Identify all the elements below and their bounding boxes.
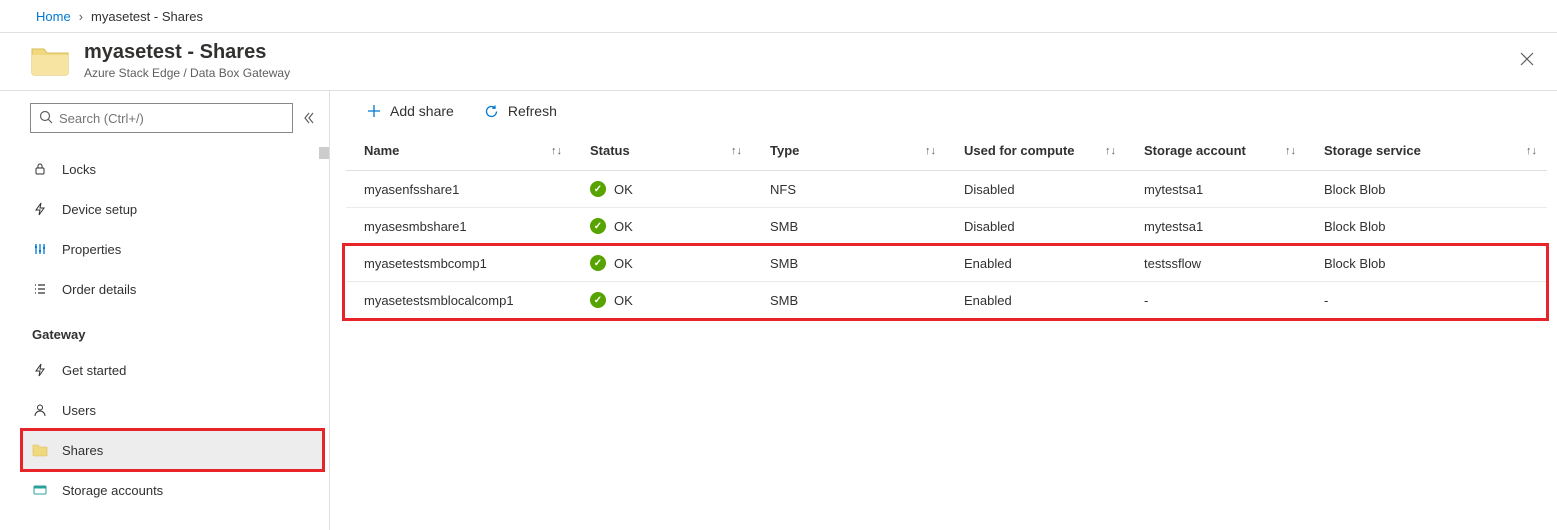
cell-account: mytestsa1 [1126, 208, 1306, 245]
scroll-indicator[interactable] [319, 147, 329, 159]
sort-icon[interactable]: ↑↓ [731, 145, 742, 157]
search-icon [39, 110, 53, 127]
folder-icon [30, 43, 70, 79]
cell-used: Disabled [946, 171, 1126, 208]
shares-table: Name↑↓ Status↑↓ Type↑↓ Used for compute↑… [346, 131, 1547, 319]
sidebar-item-locks[interactable]: Locks [30, 149, 319, 189]
cell-name[interactable]: myasesmbshare1 [346, 208, 572, 245]
sort-icon[interactable]: ↑↓ [551, 145, 562, 157]
cell-service: Block Blob [1306, 208, 1547, 245]
close-button[interactable] [1515, 47, 1539, 71]
col-service[interactable]: Storage service↑↓ [1306, 131, 1547, 171]
col-type[interactable]: Type↑↓ [752, 131, 946, 171]
lock-icon [32, 161, 48, 177]
sidebar-item-users[interactable]: Users [30, 390, 319, 430]
refresh-button[interactable]: Refresh [484, 103, 557, 119]
table-header-row: Name↑↓ Status↑↓ Type↑↓ Used for compute↑… [346, 131, 1547, 171]
cell-type: SMB [752, 208, 946, 245]
cell-status: ✓OK [572, 208, 752, 245]
table-row[interactable]: myasetestsmblocalcomp1✓OKSMBEnabled-- [346, 282, 1547, 319]
col-account[interactable]: Storage account↑↓ [1126, 131, 1306, 171]
sidebar-item-label: Locks [62, 162, 96, 177]
toolbar-label: Add share [390, 103, 454, 119]
cell-service: - [1306, 282, 1547, 319]
sidebar-item-label: Device setup [62, 202, 137, 217]
page-subtitle: Azure Stack Edge / Data Box Gateway [84, 66, 290, 80]
cell-status: ✓OK [572, 171, 752, 208]
bolt-icon [32, 201, 48, 217]
sidebar-item-properties[interactable]: Properties [30, 229, 319, 269]
cell-used: Disabled [946, 208, 1126, 245]
ok-icon: ✓ [590, 292, 606, 308]
folder-icon [32, 442, 48, 458]
sidebar-item-label: Storage accounts [62, 483, 163, 498]
list-icon [32, 281, 48, 297]
cell-account: testssflow [1126, 245, 1306, 282]
sidebar: Locks Device setup Properties Order deta… [0, 91, 330, 530]
table-row[interactable]: myasenfsshare1✓OKNFSDisabledmytestsa1Blo… [346, 171, 1547, 208]
cell-service: Block Blob [1306, 245, 1547, 282]
sidebar-item-label: Get started [62, 363, 126, 378]
ok-icon: ✓ [590, 255, 606, 271]
cell-type: SMB [752, 282, 946, 319]
cell-service: Block Blob [1306, 171, 1547, 208]
bolt-icon [32, 362, 48, 378]
collapse-sidebar-button[interactable] [301, 110, 317, 126]
sidebar-item-storage-accounts[interactable]: Storage accounts [30, 470, 319, 510]
cell-status: ✓OK [572, 245, 752, 282]
sidebar-item-get-started[interactable]: Get started [30, 350, 319, 390]
cell-account: mytestsa1 [1126, 171, 1306, 208]
toolbar-label: Refresh [508, 103, 557, 119]
add-share-button[interactable]: Add share [366, 103, 454, 119]
table-row[interactable]: myasetestsmbcomp1✓OKSMBEnabledtestssflow… [346, 245, 1547, 282]
search-input-wrapper[interactable] [30, 103, 293, 133]
cell-name[interactable]: myasetestsmblocalcomp1 [346, 282, 572, 319]
cell-used: Enabled [946, 282, 1126, 319]
sidebar-item-label: Shares [62, 443, 103, 458]
sliders-icon [32, 241, 48, 257]
breadcrumb-home[interactable]: Home [36, 9, 71, 24]
user-icon [32, 402, 48, 418]
ok-icon: ✓ [590, 218, 606, 234]
col-status[interactable]: Status↑↓ [572, 131, 752, 171]
sidebar-item-label: Users [62, 403, 96, 418]
cell-type: NFS [752, 171, 946, 208]
cell-name[interactable]: myasetestsmbcomp1 [346, 245, 572, 282]
chevron-right-icon: › [79, 9, 83, 24]
search-input[interactable] [59, 111, 284, 126]
storage-icon [32, 482, 48, 498]
page-header: myasetest - Shares Azure Stack Edge / Da… [0, 33, 1557, 91]
sort-icon[interactable]: ↑↓ [1526, 145, 1537, 157]
col-used[interactable]: Used for compute↑↓ [946, 131, 1126, 171]
col-name[interactable]: Name↑↓ [346, 131, 572, 171]
plus-icon [366, 103, 382, 119]
sidebar-item-label: Order details [62, 282, 136, 297]
sidebar-item-device-setup[interactable]: Device setup [30, 189, 319, 229]
cell-name[interactable]: myasenfsshare1 [346, 171, 572, 208]
cell-account: - [1126, 282, 1306, 319]
page-title: myasetest - Shares [84, 41, 290, 64]
breadcrumb: Home › myasetest - Shares [0, 0, 1557, 33]
sort-icon[interactable]: ↑↓ [925, 145, 936, 157]
sidebar-item-order-details[interactable]: Order details [30, 269, 319, 309]
table-row[interactable]: myasesmbshare1✓OKSMBDisabledmytestsa1Blo… [346, 208, 1547, 245]
toolbar: Add share Refresh [336, 91, 1557, 131]
sort-icon[interactable]: ↑↓ [1285, 145, 1296, 157]
sidebar-section-gateway: Gateway [30, 309, 319, 350]
sidebar-item-label: Properties [62, 242, 121, 257]
breadcrumb-current: myasetest - Shares [91, 9, 203, 24]
sort-icon[interactable]: ↑↓ [1105, 145, 1116, 157]
cell-type: SMB [752, 245, 946, 282]
ok-icon: ✓ [590, 181, 606, 197]
sidebar-item-shares[interactable]: Shares [22, 430, 323, 470]
refresh-icon [484, 103, 500, 119]
cell-status: ✓OK [572, 282, 752, 319]
cell-used: Enabled [946, 245, 1126, 282]
